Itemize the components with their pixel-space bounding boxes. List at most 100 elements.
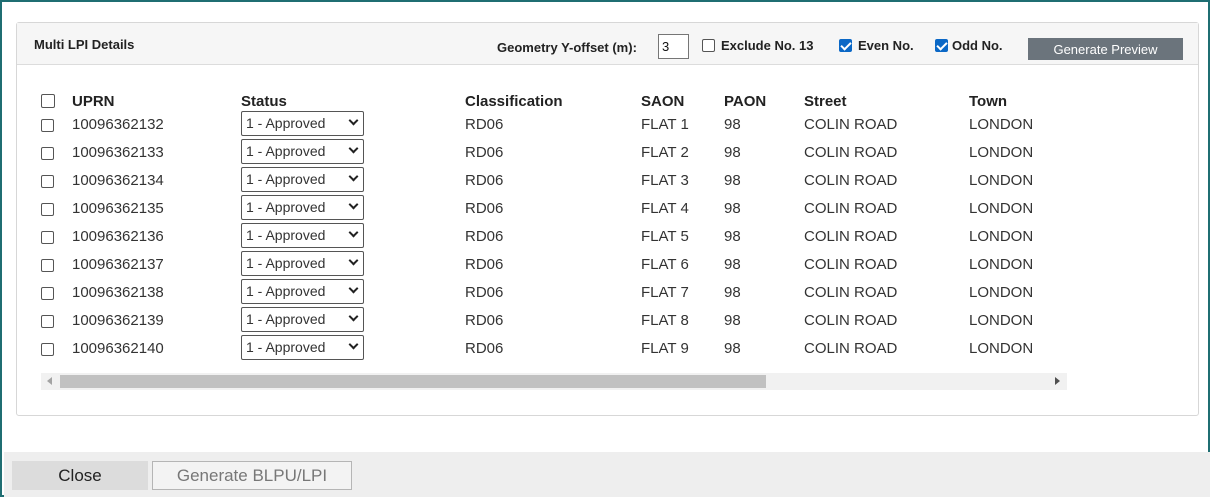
multi-lpi-panel: Multi LPI Details Geometry Y-offset (m):…	[16, 22, 1199, 416]
street-cell: COLIN ROAD	[804, 312, 898, 329]
street-cell: COLIN ROAD	[804, 256, 898, 273]
offset-label: Geometry Y-offset (m):	[497, 40, 637, 55]
row-checkbox[interactable]	[41, 315, 54, 328]
uprn-cell: 10096362132	[72, 116, 164, 133]
paon-cell: 98	[724, 340, 741, 357]
status-select[interactable]: 1 - Approved	[241, 223, 364, 248]
chevron-down-icon	[348, 115, 359, 126]
classification-cell: RD06	[465, 284, 504, 301]
scrollbar-thumb[interactable]	[60, 375, 766, 388]
status-select[interactable]: 1 - Approved	[241, 335, 364, 360]
paon-cell: 98	[724, 200, 741, 217]
status-value: 1 - Approved	[246, 171, 326, 187]
chevron-down-icon	[348, 227, 359, 238]
town-cell: LONDON	[969, 340, 1034, 357]
status-value: 1 - Approved	[246, 255, 326, 271]
town-cell: LONDON	[969, 312, 1034, 329]
table-row: 10096362140 1 - Approved RD06 FLAT 9 98 COLIN…	[17, 335, 1198, 363]
column-header-street: Street	[804, 93, 847, 110]
saon-cell: FLAT 6	[641, 256, 689, 273]
table-row: 10096362133 1 - Approved RD06 FLAT 2 98 COLIN…	[17, 139, 1198, 167]
town-cell: LONDON	[969, 228, 1034, 245]
street-cell: COLIN ROAD	[804, 116, 898, 133]
status-select[interactable]: 1 - Approved	[241, 195, 364, 220]
column-header-town: Town	[969, 93, 1008, 110]
uprn-cell: 10096362139	[72, 312, 164, 329]
saon-cell: FLAT 3	[641, 172, 689, 189]
chevron-down-icon	[348, 143, 359, 154]
town-cell: LONDON	[969, 172, 1034, 189]
status-value: 1 - Approved	[246, 283, 326, 299]
town-cell: LONDON	[969, 200, 1034, 217]
even-checkbox[interactable]	[839, 39, 852, 52]
classification-cell: RD06	[465, 340, 504, 357]
table-row: 10096362137 1 - Approved RD06 FLAT 6 98 COLIN…	[17, 251, 1198, 279]
uprn-cell: 10096362134	[72, 172, 164, 189]
scroll-right-arrow-icon[interactable]	[1055, 377, 1060, 385]
uprn-cell: 10096362136	[72, 228, 164, 245]
row-checkbox[interactable]	[41, 259, 54, 272]
chevron-down-icon	[348, 171, 359, 182]
column-header-uprn: UPRN	[72, 93, 115, 110]
saon-cell: FLAT 4	[641, 200, 689, 217]
chevron-down-icon	[348, 283, 359, 294]
paon-cell: 98	[724, 172, 741, 189]
dialog-window: Multi LPI Details Geometry Y-offset (m):…	[0, 0, 1210, 497]
close-button[interactable]: Close	[12, 461, 148, 490]
town-cell: LONDON	[969, 284, 1034, 301]
table-row: 10096362134 1 - Approved RD06 FLAT 3 98 COLIN…	[17, 167, 1198, 195]
status-select[interactable]: 1 - Approved	[241, 167, 364, 192]
paon-cell: 98	[724, 312, 741, 329]
odd-checkbox[interactable]	[935, 39, 948, 52]
generate-blpu-lpi-button[interactable]: Generate BLPU/LPI	[152, 461, 352, 490]
row-checkbox[interactable]	[41, 119, 54, 132]
street-cell: COLIN ROAD	[804, 172, 898, 189]
exclude-13-option[interactable]: Exclude No. 13	[702, 38, 813, 53]
exclude-13-checkbox[interactable]	[702, 39, 715, 52]
status-select[interactable]: 1 - Approved	[241, 139, 364, 164]
classification-cell: RD06	[465, 116, 504, 133]
row-checkbox[interactable]	[41, 231, 54, 244]
row-checkbox[interactable]	[41, 287, 54, 300]
status-value: 1 - Approved	[246, 199, 326, 215]
town-cell: LONDON	[969, 116, 1034, 133]
status-select[interactable]: 1 - Approved	[241, 307, 364, 332]
street-cell: COLIN ROAD	[804, 340, 898, 357]
street-cell: COLIN ROAD	[804, 284, 898, 301]
classification-cell: RD06	[465, 256, 504, 273]
dialog-footer: Close Generate BLPU/LPI	[4, 452, 1210, 497]
street-cell: COLIN ROAD	[804, 228, 898, 245]
paon-cell: 98	[724, 256, 741, 273]
exclude-13-label: Exclude No. 13	[721, 38, 814, 53]
saon-cell: FLAT 7	[641, 284, 689, 301]
odd-option[interactable]: Odd No.	[935, 38, 1003, 53]
paon-cell: 98	[724, 228, 741, 245]
status-select[interactable]: 1 - Approved	[241, 279, 364, 304]
classification-cell: RD06	[465, 200, 504, 217]
row-checkbox[interactable]	[41, 343, 54, 356]
town-cell: LONDON	[969, 144, 1034, 161]
panel-header: Multi LPI Details Geometry Y-offset (m):…	[17, 23, 1198, 65]
saon-cell: FLAT 1	[641, 116, 689, 133]
paon-cell: 98	[724, 144, 741, 161]
row-checkbox[interactable]	[41, 175, 54, 188]
street-cell: COLIN ROAD	[804, 200, 898, 217]
even-option[interactable]: Even No.	[839, 38, 914, 53]
row-checkbox[interactable]	[41, 147, 54, 160]
horizontal-scrollbar[interactable]	[41, 373, 1067, 390]
chevron-down-icon	[348, 199, 359, 210]
generate-preview-button[interactable]: Generate Preview	[1028, 38, 1183, 60]
town-cell: LONDON	[969, 256, 1034, 273]
panel-title: Multi LPI Details	[34, 37, 135, 52]
status-value: 1 - Approved	[246, 339, 326, 355]
status-select[interactable]: 1 - Approved	[241, 111, 364, 136]
select-all-checkbox[interactable]	[41, 94, 55, 108]
row-checkbox[interactable]	[41, 203, 54, 216]
uprn-cell: 10096362140	[72, 340, 164, 357]
classification-cell: RD06	[465, 172, 504, 189]
status-select[interactable]: 1 - Approved	[241, 251, 364, 276]
scroll-left-arrow-icon[interactable]	[47, 377, 52, 385]
y-offset-input[interactable]	[658, 34, 689, 59]
chevron-down-icon	[348, 255, 359, 266]
table-row: 10096362136 1 - Approved RD06 FLAT 5 98 COLIN…	[17, 223, 1198, 251]
